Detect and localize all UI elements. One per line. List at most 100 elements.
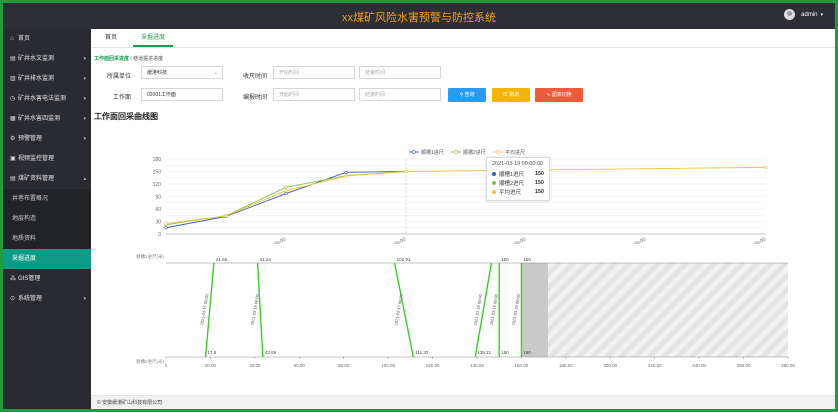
sidebar-item-gis[interactable]: ⁂ GIS管理 xyxy=(3,269,91,289)
sidebar-item-strata[interactable]: 地层构造 xyxy=(3,209,91,229)
legend-marker xyxy=(412,150,416,154)
chart-switch-button-label: 图表切换 xyxy=(551,92,572,98)
sidebar-item-electric[interactable]: ◷ 矿井水害电法监测 ▾ xyxy=(3,89,91,109)
series-dot xyxy=(492,189,496,194)
sidebar-item-progress[interactable]: 采掘进度 xyxy=(3,249,91,269)
face-label: 工作面 xyxy=(112,95,131,101)
bottom-axis-label: 顺槽2进尺(米) xyxy=(136,358,165,365)
user-menu[interactable]: admin ▾ xyxy=(784,9,823,20)
segment-date-label: 2021-03-17 00:00 xyxy=(393,293,404,326)
series-point[interactable] xyxy=(284,189,288,193)
x-tick-label: 2021-03-21 00:00:00 xyxy=(484,236,527,244)
tooltip-value: 150 xyxy=(534,170,544,177)
user-name[interactable]: admin xyxy=(801,12,817,18)
series-point[interactable] xyxy=(404,169,408,174)
chart-tooltip: 2021-03-19 00:00:00 顺槽1进尺 150 顺槽2进尺 150 … xyxy=(486,157,550,201)
segment-top-label: 41.24 xyxy=(260,257,272,262)
tooltip-title: 2021-03-19 00:00:00 xyxy=(492,161,544,167)
sidebar-item-mine-data[interactable]: ▤ 煤矿资料管理 ▴ xyxy=(3,169,91,189)
chevron-down-icon[interactable]: ▾ xyxy=(820,12,823,18)
doc-icon: ▥ xyxy=(10,76,16,82)
progress-segment[interactable] xyxy=(204,262,215,358)
segment-bottom-label: 139.21 xyxy=(477,350,491,355)
recv-time-label: 收尺时间 xyxy=(242,74,267,80)
app-title: xx煤矿风险水害预警与防控系统 xyxy=(342,12,496,24)
face-input[interactable]: 02001工作面 xyxy=(141,88,223,101)
x-tick-label: 20.00 xyxy=(205,363,217,368)
tooltip-series-name: 平均进尺 xyxy=(499,189,522,196)
series-point[interactable] xyxy=(284,185,288,189)
sidebar-item-label: 视频监控管理 xyxy=(18,156,55,162)
series-point[interactable] xyxy=(344,170,348,174)
unmined-region xyxy=(548,263,788,357)
app-frame: xx煤矿风险水害预警与防控系统 admin ▾ ⌂ 首页 ▤ 矿井水文监测 ▾ … xyxy=(3,3,835,409)
breadcrumb-other[interactable]: 巷道掘进进度 xyxy=(133,56,163,62)
tab-progress[interactable]: 采掘进度 xyxy=(133,29,174,47)
segment-date-label: 2021-03-15 00:00 xyxy=(199,293,210,326)
x-tick-label: 2021-03-19 00:00:00 xyxy=(364,236,407,244)
x-tick-label: 160.00 xyxy=(515,363,529,368)
segment-bottom-label: 111.33 xyxy=(415,350,429,355)
chart-legend: 顺槽1进尺 顺槽2进尺 平均进尺 xyxy=(409,149,525,156)
series-point[interactable] xyxy=(164,226,168,230)
series-point[interactable] xyxy=(764,165,768,169)
series-point[interactable] xyxy=(284,191,288,196)
doc-icon: ▤ xyxy=(10,56,16,62)
tab-home[interactable]: 首页 xyxy=(97,29,125,47)
sidebar-item-label: 煤矿资料管理 xyxy=(18,176,55,182)
sidebar: ⌂ 首页 ▤ 矿井水文监测 ▾ ▥ 矿井排水监测 ▾ ◷ 矿井水害电法监测 ▾ … xyxy=(3,29,91,409)
x-tick-label: 60.00 xyxy=(294,363,306,368)
recv-end-input[interactable]: 结束时间 xyxy=(359,66,441,79)
chevron-down-icon: ▾ xyxy=(83,136,86,142)
sidebar-item-roadway[interactable]: 井巷布置概况 xyxy=(3,189,91,209)
unit-select[interactable]: 缓港科技 ⌄ xyxy=(141,66,223,79)
avatar[interactable] xyxy=(784,9,796,20)
sidebar-item-system[interactable]: ⊙ 系统管理 ▾ xyxy=(3,289,91,309)
doc-icon: ▤ xyxy=(10,176,16,182)
segment-bottom-label: 160 xyxy=(523,350,531,355)
query-button[interactable]: ⚲ 查询 xyxy=(448,88,486,102)
segment-date-label: 2021-03-19 00:00 xyxy=(489,293,500,326)
mining-progress-chart: 顺槽1进尺(米) 顺槽2进尺(米)0 20.00 40.00 60.00 80.00 100… xyxy=(136,253,795,368)
x-tick-label: 120.00 xyxy=(426,363,440,368)
segment-top-label: 160 xyxy=(523,257,531,262)
chart-switch-button[interactable]: ∿ 图表切换 xyxy=(535,88,583,102)
legend-marker xyxy=(454,150,458,154)
y-tick-label: 0 xyxy=(158,232,161,238)
tooltip-series-name: 顺槽2进尺 xyxy=(499,180,525,187)
breadcrumb-current[interactable]: 工作面回采进度 xyxy=(94,56,129,62)
recv-start-input[interactable]: 开始时间 xyxy=(273,66,355,79)
chevron-down-icon: ▾ xyxy=(83,96,86,102)
sidebar-item-hydrology[interactable]: ▤ 矿井水文监测 ▾ xyxy=(3,49,91,69)
sidebar-item-four[interactable]: ▦ 矿井水害四监测 ▾ xyxy=(3,109,91,129)
x-tick-label: 180.00 xyxy=(559,363,573,368)
series-point[interactable] xyxy=(344,174,348,178)
legend-label[interactable]: 顺槽1进尺 xyxy=(421,149,444,156)
series-point[interactable] xyxy=(224,214,228,218)
series-line xyxy=(165,171,407,226)
legend-label[interactable]: 平均进尺 xyxy=(505,149,525,156)
sidebar-item-drainage[interactable]: ▥ 矿井排水监测 ▾ xyxy=(3,69,91,89)
x-tick-label: 2021-03-25 00:00:00 xyxy=(724,236,767,244)
unit-label: 所属单位 xyxy=(106,74,131,80)
sidebar-item-geology[interactable]: 地质资料 xyxy=(3,229,91,249)
sidebar-item-video[interactable]: ▣ 视频监控管理 xyxy=(3,149,91,169)
sidebar-item-label: 预警管理 xyxy=(18,136,43,142)
legend-label[interactable]: 顺槽2进尺 xyxy=(463,149,486,156)
series-point[interactable] xyxy=(164,221,168,226)
tooltip-row: 平均进尺 150 xyxy=(492,187,544,196)
sidebar-item-warning[interactable]: ⚙ 预警管理 ▾ xyxy=(3,129,91,149)
sidebar-item-home[interactable]: ⌂ 首页 xyxy=(3,29,91,49)
edit-end-input[interactable]: 结束时间 xyxy=(359,88,441,101)
chevron-up-icon: ▴ xyxy=(83,176,86,182)
segment-date-label: 2021-03-16 00:00 xyxy=(250,293,261,326)
progress-segment[interactable] xyxy=(256,262,264,358)
add-button[interactable]: ⊕ 新增 xyxy=(492,88,530,102)
edit-start-input[interactable]: 开始时间 xyxy=(273,88,355,101)
gear-icon: ⚙ xyxy=(10,136,16,142)
tooltip-value: 150 xyxy=(534,179,544,186)
unit-select-value: 缓港科技 xyxy=(147,70,168,76)
top-bar: xx煤矿风险水害预警与防控系统 admin ▾ xyxy=(3,3,835,29)
y-tick-label: 30 xyxy=(155,220,161,226)
segment-bottom-label: 150 xyxy=(501,350,509,355)
